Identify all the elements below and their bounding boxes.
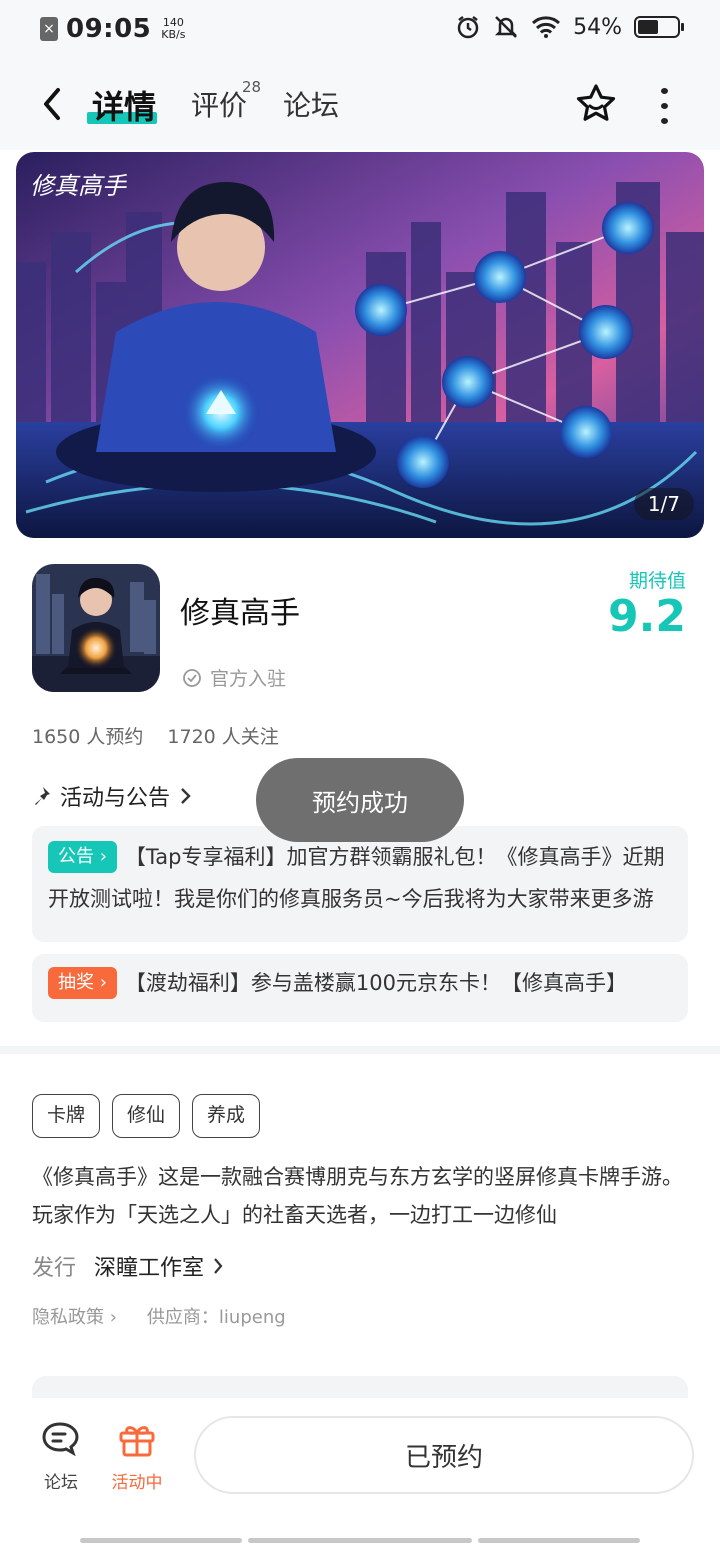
bottom-forum-button[interactable]: 论坛: [26, 1420, 96, 1493]
screenshot-banner[interactable]: 修真高手 1/7: [16, 152, 704, 538]
bottom-activity-button[interactable]: 活动中: [102, 1420, 172, 1493]
wifi-icon: [532, 16, 561, 38]
tab-detail[interactable]: 详情: [92, 82, 156, 128]
official-label: 官方入驻: [210, 668, 287, 690]
nav-hint-bar: [80, 1538, 242, 1543]
app-name: 修真高手: [180, 596, 300, 631]
top-nav: 详情 评价 28 论坛: [0, 58, 720, 150]
nav-hint-bar: [478, 1538, 640, 1543]
tag-item[interactable]: 卡牌: [32, 1094, 101, 1138]
announcement-badge: 公告 ›: [48, 841, 117, 873]
forum-chat-icon: [42, 1422, 79, 1457]
back-arrow-icon[interactable]: [36, 84, 70, 124]
favorite-star-icon[interactable]: [574, 82, 618, 126]
announcement-text: 【Tap专享福利】加官方群领霸服礼包！《修真高手》近期开放测试啦！我是你们的修真…: [48, 845, 665, 911]
pin-icon: [35, 787, 50, 805]
expect-label: 期待值: [628, 570, 686, 592]
tab-review[interactable]: 评价: [191, 84, 247, 124]
verified-check-icon: [183, 668, 201, 687]
battery-icon: [634, 16, 684, 38]
reserved-button[interactable]: 已预约: [194, 1416, 694, 1494]
mute-icon: [495, 16, 518, 38]
tag-list: 卡牌 修仙 养成: [32, 1094, 261, 1138]
privacy-policy-link[interactable]: 隐私政策 ›: [32, 1303, 117, 1329]
publisher-label: 发行: [32, 1256, 77, 1281]
bottom-action-bar: 论坛 活动中 已预约: [0, 1398, 720, 1544]
app-stats: 1650 人预约 1720 人关注: [32, 722, 279, 749]
tag-item[interactable]: 修仙: [112, 1094, 181, 1138]
banner-logo: 修真高手: [30, 172, 126, 200]
activity-label: 活动中: [111, 1473, 163, 1493]
section-divider: [0, 1046, 720, 1054]
announcement-card[interactable]: 公告 › 【Tap专享福利】加官方群领霸服礼包！《修真高手》近期开放测试啦！我是你…: [32, 826, 688, 942]
more-menu-button[interactable]: [650, 88, 678, 124]
official-badge: 官方入驻: [182, 664, 286, 691]
lottery-text: 【渡劫福利】参与盖楼赢100元京东卡！【修真高手】: [124, 971, 628, 995]
nav-hint-bar: [248, 1538, 472, 1543]
expectation-score: 期待值 9.2: [608, 566, 686, 642]
follower-count: 1720 人关注: [167, 726, 279, 748]
banner-artwork: [16, 152, 704, 538]
tab-forum[interactable]: 论坛: [283, 84, 339, 124]
toast-message: 预约成功: [256, 758, 464, 842]
activities-title: 活动与公告: [60, 786, 171, 811]
chevron-right-icon: [214, 1258, 223, 1274]
publisher-name: 深瞳工作室: [94, 1256, 205, 1281]
notification-icon: ×: [40, 17, 58, 41]
chevron-right-icon: [181, 788, 191, 804]
policy-row: 隐私政策 › 供应商：liupeng: [32, 1303, 286, 1329]
publisher-row[interactable]: 发行 深瞳工作室: [32, 1250, 224, 1282]
battery-percent: 54%: [573, 14, 622, 40]
activities-header[interactable]: 活动与公告: [32, 780, 192, 812]
app-detail-page: × 09:05 140 KB/s 54% 详情 评价 28 论坛 修真高手 1/…: [0, 0, 720, 1544]
banner-counter: 1/7: [633, 488, 694, 520]
lottery-badge: 抽奖 ›: [48, 967, 117, 999]
network-speed: 140 KB/s: [161, 16, 186, 41]
tag-item[interactable]: 养成: [192, 1094, 261, 1138]
status-bar: × 09:05 140 KB/s 54%: [0, 0, 720, 58]
alarm-icon: [457, 16, 479, 39]
lottery-card[interactable]: 抽奖 › 【渡劫福利】参与盖楼赢100元京东卡！【修真高手】: [32, 954, 688, 1022]
supplier-info: 供应商：liupeng: [146, 1307, 286, 1328]
forum-label: 论坛: [44, 1473, 78, 1493]
status-time: 09:05: [66, 14, 152, 44]
gift-icon: [119, 1426, 155, 1457]
game-description[interactable]: 《修真高手》这是一款融合赛博朋克与东方玄学的竖屏修真卡牌手游。玩家作为「天选之人…: [32, 1158, 688, 1234]
review-count-badge: 28: [242, 78, 262, 96]
reservation-count: 1650 人预约: [32, 726, 144, 748]
app-icon: [32, 564, 160, 692]
expect-value: 9.2: [608, 591, 686, 642]
